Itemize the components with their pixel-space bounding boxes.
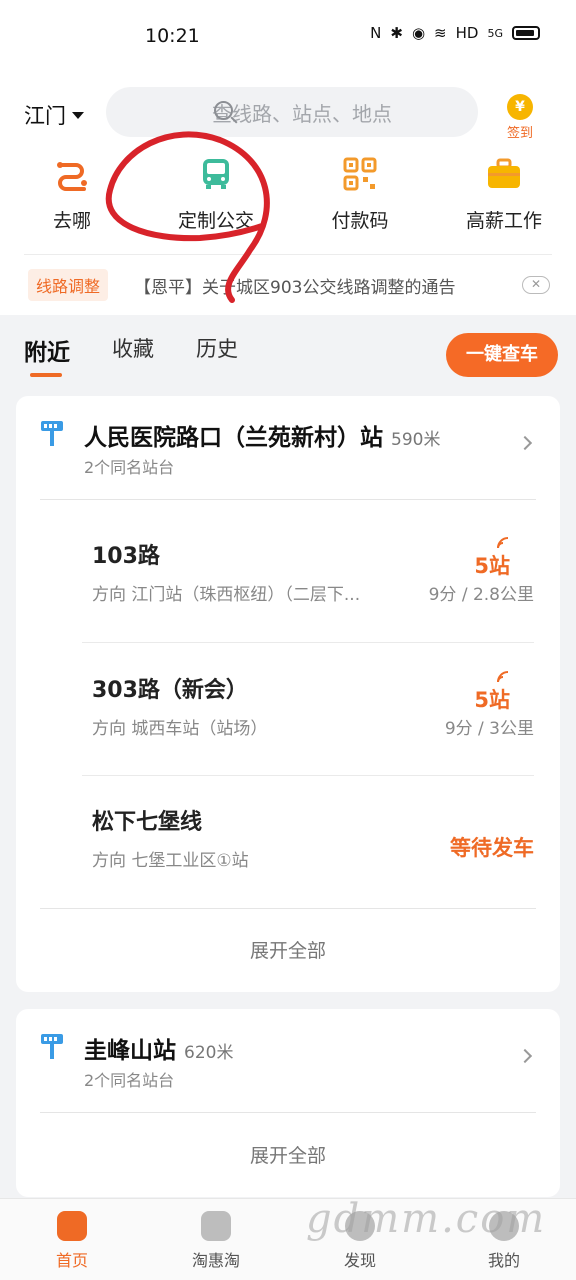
stop-header[interactable]: 圭峰山站 620米 2个同名站台 <box>16 1009 560 1113</box>
route-direction: 方向 江门站（珠西枢纽）（二层下... <box>92 585 361 605</box>
status-bar: 10:21 N ✱ ◉ ≋ HD 5G <box>0 0 576 72</box>
route-row[interactable]: 103路 方向 江门站（珠西枢纽）（二层下... 5站 9分 / 2.8公里 <box>82 508 534 640</box>
stop-name: 圭峰山站 620米 <box>84 1031 233 1065</box>
checkin-label: 签到 <box>506 126 533 141</box>
stop-distance: 620米 <box>184 1043 234 1063</box>
status-time: 10:21 <box>145 25 200 47</box>
battery-icon <box>512 26 540 40</box>
network-label: HD <box>455 24 479 42</box>
notice-text[interactable]: 【恩平】关于城区903公交线路调整的通告 <box>134 273 494 298</box>
divider <box>40 908 536 909</box>
realtime-signal-icon <box>497 671 509 683</box>
quick-label: 去哪 <box>52 210 91 232</box>
nav-shop[interactable]: 淘惠淘 <box>144 1199 288 1280</box>
city-name: 江门 <box>24 104 66 128</box>
checkin-button[interactable]: ¥ 签到 <box>502 94 538 141</box>
stop-platforms: 2个同名站台 <box>84 1071 175 1090</box>
briefcase-icon <box>486 156 522 192</box>
route-name: 松下七堡线 <box>92 810 203 835</box>
notice-tag: 线路调整 <box>28 269 109 301</box>
shopping-bag-icon <box>201 1211 231 1241</box>
location-icon: ◉ <box>411 24 426 42</box>
stop-title: 圭峰山站 <box>84 1038 176 1064</box>
qrcode-icon <box>342 156 378 192</box>
caret-down-icon <box>72 111 84 119</box>
route-direction: 方向 七堡工业区①站 <box>92 851 249 871</box>
nav-label: 淘惠淘 <box>191 1251 240 1270</box>
close-icon[interactable]: ✕ <box>522 276 550 294</box>
bus-stop-icon <box>41 1034 63 1059</box>
route-status: 5站 <box>474 554 510 578</box>
route-direction: 方向 城西车站（站场） <box>92 719 268 739</box>
tab-bar: 附近 收藏 历史 <box>24 333 238 377</box>
divider <box>40 1112 536 1113</box>
bus-stop-icon <box>41 421 63 446</box>
search-input[interactable]: 查线路、站点、地点 <box>106 87 478 137</box>
top-area: 江门 查线路、站点、地点 ¥ 签到 去哪 定制公交 付款码 高薪工作 线路调整 … <box>0 72 576 315</box>
watermark: gdmm.com <box>306 1196 547 1242</box>
expand-all-button[interactable]: 展开全部 <box>16 936 560 963</box>
coin-icon: ¥ <box>507 94 533 120</box>
expand-all-button[interactable]: 展开全部 <box>16 1141 560 1168</box>
divider <box>40 499 536 500</box>
route-name: 303路（新会） <box>92 678 248 703</box>
notice-bar[interactable]: 线路调整 【恩平】关于城区903公交线路调整的通告 ✕ <box>28 268 552 302</box>
stop-header[interactable]: 人民医院路口（兰苑新村）站 590米 2个同名站台 <box>16 396 560 500</box>
realtime-signal-icon <box>497 537 509 549</box>
wifi-icon: ≋ <box>434 24 447 42</box>
quick-actions: 去哪 定制公交 付款码 高薪工作 <box>0 156 576 233</box>
tab-nearby[interactable]: 附近 <box>24 333 70 377</box>
tab-history[interactable]: 历史 <box>196 333 238 367</box>
quick-item-custom-bus[interactable]: 定制公交 <box>144 156 288 233</box>
nav-label: 我的 <box>487 1251 520 1270</box>
stop-name: 人民医院路口（兰苑新村）站 590米 <box>84 418 440 452</box>
bus-icon <box>198 156 234 192</box>
quick-item-jobs[interactable]: 高薪工作 <box>432 156 576 233</box>
stop-title: 人民医院路口（兰苑新村）站 <box>84 425 383 451</box>
nav-label: 发现 <box>343 1251 376 1270</box>
quick-item-go[interactable]: 去哪 <box>0 156 144 233</box>
stop-distance: 590米 <box>391 430 441 450</box>
route-status: 5站 <box>474 688 510 712</box>
route-icon <box>54 156 90 192</box>
city-selector[interactable]: 江门 <box>24 100 84 130</box>
quick-item-payment-code[interactable]: 付款码 <box>288 156 432 233</box>
divider <box>24 254 552 255</box>
quick-label: 定制公交 <box>177 210 254 232</box>
chevron-right-icon <box>517 1048 533 1064</box>
route-row[interactable]: 松下七堡线 方向 七堡工业区①站 等待发车 <box>82 774 534 906</box>
route-name: 103路 <box>92 544 160 569</box>
route-status: 等待发车 <box>450 836 534 860</box>
tab-favorites[interactable]: 收藏 <box>112 333 154 367</box>
stop-platforms: 2个同名站台 <box>84 458 175 477</box>
route-eta: 9分 / 2.8公里 <box>428 585 534 605</box>
bluetooth-icon: ✱ <box>390 24 403 42</box>
nav-label: 首页 <box>55 1251 88 1270</box>
status-icons: N ✱ ◉ ≋ HD 5G <box>370 24 540 42</box>
home-icon <box>57 1211 87 1241</box>
stop-card: 圭峰山站 620米 2个同名站台 展开全部 <box>16 1009 560 1197</box>
chevron-right-icon <box>517 435 533 451</box>
quick-label: 付款码 <box>331 210 389 232</box>
signal-label: 5G <box>487 26 503 40</box>
route-eta: 9分 / 3公里 <box>444 719 534 739</box>
nfc-icon: N <box>370 24 382 42</box>
stop-card: 人民医院路口（兰苑新村）站 590米 2个同名站台 103路 方向 江门站（珠西枢… <box>16 396 560 992</box>
nav-home[interactable]: 首页 <box>0 1199 144 1280</box>
quick-label: 高薪工作 <box>465 210 542 232</box>
check-bus-button[interactable]: 一键查车 <box>446 333 558 377</box>
search-placeholder: 查线路、站点、地点 <box>212 101 392 126</box>
search-icon <box>214 101 233 120</box>
route-row[interactable]: 303路（新会） 方向 城西车站（站场） 5站 9分 / 3公里 <box>82 642 534 774</box>
